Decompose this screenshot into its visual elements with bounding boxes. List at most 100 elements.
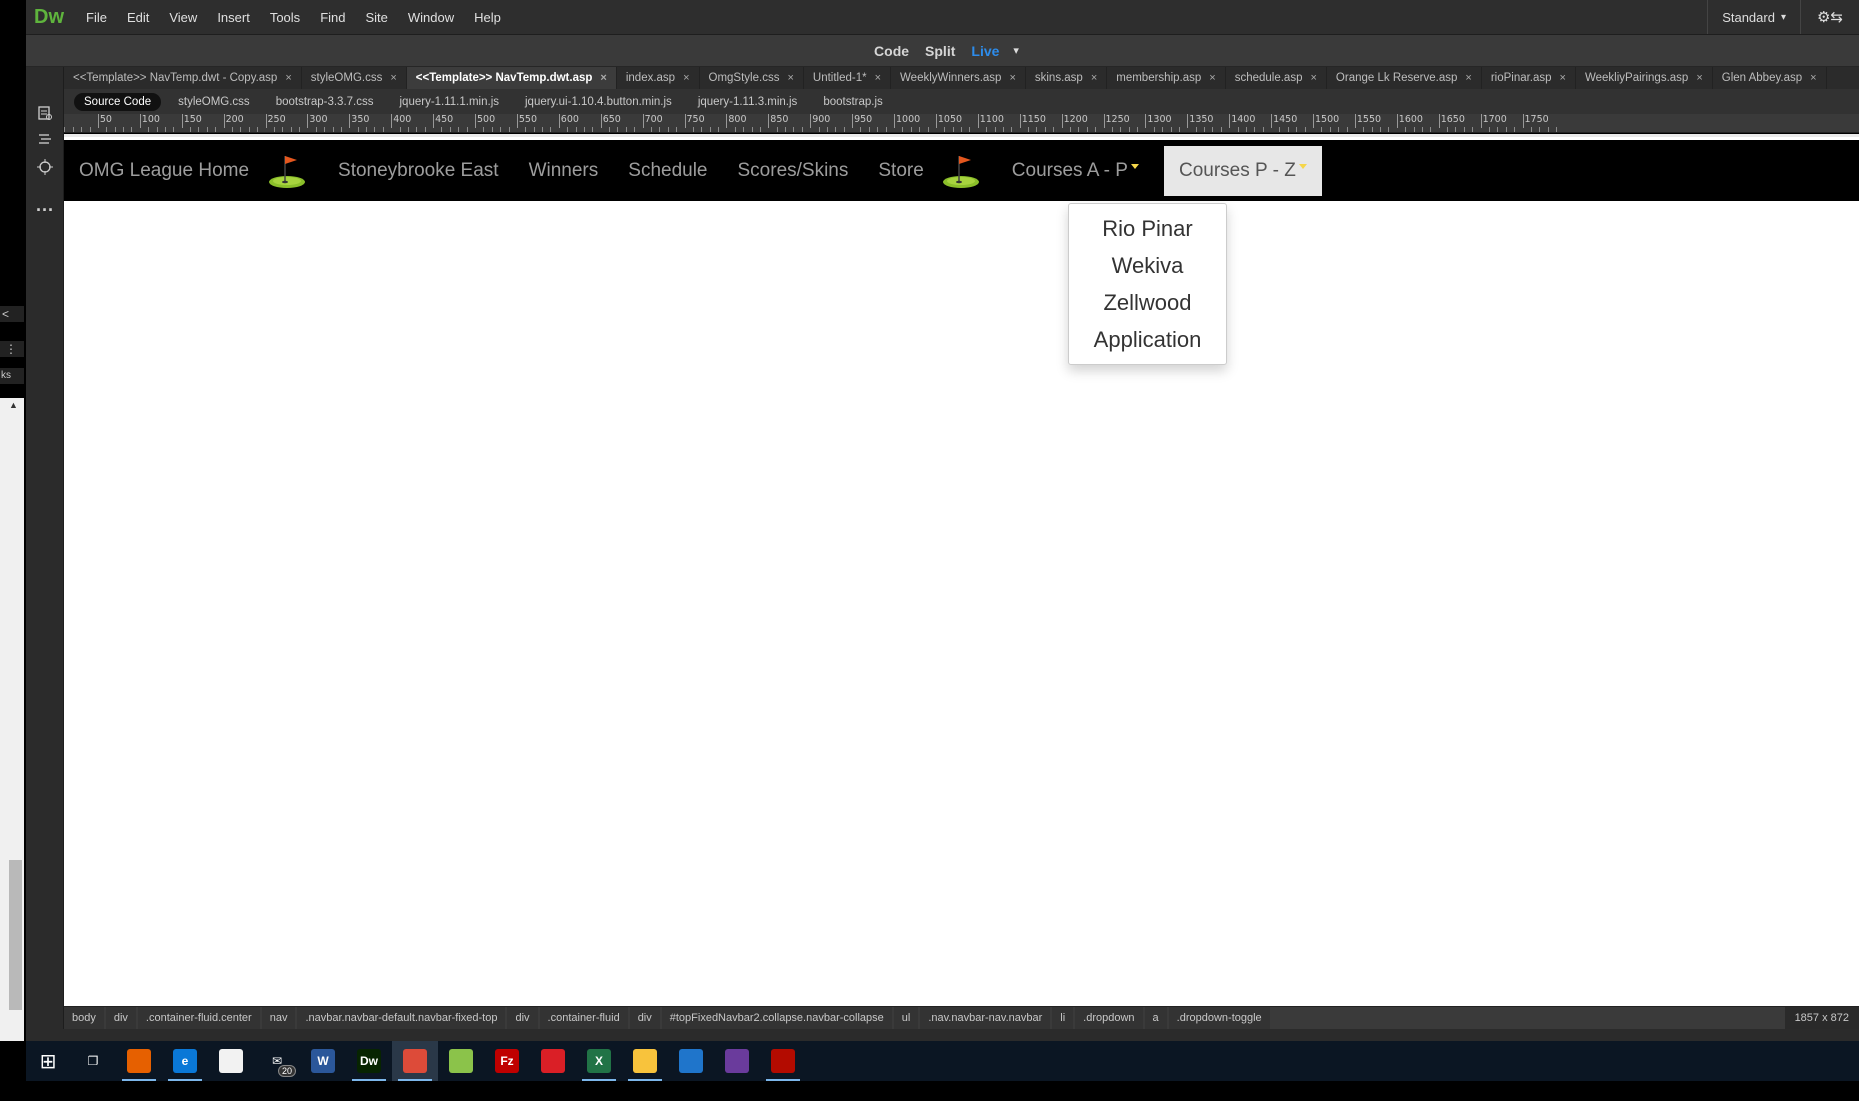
- taskbar-notepadpp-button[interactable]: [438, 1041, 484, 1081]
- related-file-jquery-ui-1-10-4-button-min-js[interactable]: jquery.ui-1.10.4.button.min.js: [512, 96, 685, 108]
- tag-selector-item[interactable]: div: [105, 1007, 136, 1029]
- windows-start-icon[interactable]: ⊞: [26, 1041, 70, 1081]
- document-tab-glen-abbey-asp[interactable]: Glen Abbey.asp ×: [1713, 67, 1827, 89]
- menu-edit[interactable]: Edit: [117, 10, 159, 25]
- document-tab-weekliypairings-asp[interactable]: WeekliyPairings.asp ×: [1576, 67, 1713, 89]
- close-icon[interactable]: ×: [1560, 72, 1566, 84]
- document-tab-template-navtemp-dwt-copy-asp[interactable]: <<Template>> NavTemp.dwt - Copy.asp ×: [64, 67, 302, 89]
- tag-selector-item[interactable]: body: [64, 1007, 104, 1029]
- menu-help[interactable]: Help: [464, 10, 511, 25]
- dropdown-courses-a-p[interactable]: Courses A - P: [997, 160, 1154, 182]
- tag-selector-item[interactable]: ul: [893, 1007, 919, 1029]
- taskbar-store-button[interactable]: [208, 1041, 254, 1081]
- document-tab-untitled-1[interactable]: Untitled-1* ×: [804, 67, 892, 89]
- taskbar-excel-button[interactable]: X: [576, 1041, 622, 1081]
- taskbar-mail-button[interactable]: ✉ 20: [254, 1041, 300, 1081]
- close-icon[interactable]: ×: [1091, 72, 1097, 84]
- document-tab-omgstyle-css[interactable]: OmgStyle.css ×: [700, 67, 804, 89]
- tag-selector-item[interactable]: .navbar.navbar-default.navbar-fixed-top: [297, 1007, 506, 1029]
- tag-selector-item[interactable]: #topFixedNavbar2.collapse.navbar-collaps…: [661, 1007, 892, 1029]
- taskbar-firefox-button[interactable]: [116, 1041, 162, 1081]
- close-icon[interactable]: ×: [875, 72, 881, 84]
- taskbar-visual-studio-button[interactable]: [714, 1041, 760, 1081]
- menu-insert[interactable]: Insert: [207, 10, 260, 25]
- nav-link-winners[interactable]: Winners: [514, 160, 614, 182]
- menu-find[interactable]: Find: [310, 10, 355, 25]
- nav-link-stoneybrooke-east[interactable]: Stoneybrooke East: [323, 160, 514, 182]
- menu-view[interactable]: View: [159, 10, 207, 25]
- file-management-icon[interactable]: [26, 105, 64, 126]
- menu-window[interactable]: Window: [398, 10, 464, 25]
- related-file-jquery-1-11-3-min-js[interactable]: jquery-1.11.3.min.js: [685, 96, 811, 108]
- related-file-jquery-1-11-1-min-js[interactable]: jquery-1.11.1.min.js: [387, 96, 513, 108]
- scroll-up-icon[interactable]: ▲: [9, 400, 18, 410]
- dropdown-item-rio-pinar[interactable]: Rio Pinar: [1069, 210, 1226, 247]
- dropdown-item-wekiva[interactable]: Wekiva: [1069, 247, 1226, 284]
- format-source-icon[interactable]: [26, 133, 64, 152]
- menu-tools[interactable]: Tools: [260, 10, 310, 25]
- code-view-button[interactable]: Code: [866, 43, 917, 59]
- panel-scrollbar-thumb[interactable]: [9, 860, 22, 1010]
- close-icon[interactable]: ×: [600, 72, 606, 84]
- close-icon[interactable]: ×: [1465, 72, 1471, 84]
- document-tab-weeklywinners-asp[interactable]: WeeklyWinners.asp ×: [891, 67, 1026, 89]
- document-tab-orange-lk-reserve-asp[interactable]: Orange Lk Reserve.asp ×: [1327, 67, 1482, 89]
- tag-selector-item[interactable]: div: [507, 1007, 538, 1029]
- taskbar-acrobat-button[interactable]: [760, 1041, 806, 1081]
- tag-selector-item[interactable]: .dropdown-toggle: [1168, 1007, 1270, 1029]
- menu-site[interactable]: Site: [355, 10, 397, 25]
- sync-settings-icon[interactable]: ⚙⇆: [1799, 0, 1859, 34]
- nav-link-schedule[interactable]: Schedule: [613, 160, 722, 182]
- close-icon[interactable]: ×: [285, 72, 291, 84]
- taskbar-file-explorer-button[interactable]: [622, 1041, 668, 1081]
- document-tab-styleomg-css[interactable]: styleOMG.css ×: [302, 67, 407, 89]
- nav-link-scores-skins[interactable]: Scores/Skins: [723, 160, 864, 182]
- nav-link-store[interactable]: Store: [863, 160, 938, 182]
- split-view-button[interactable]: Split: [917, 43, 963, 59]
- dropdown-courses-p-z[interactable]: Courses P - Z: [1163, 145, 1322, 196]
- document-tab-membership-asp[interactable]: membership.asp ×: [1107, 67, 1226, 89]
- chevron-down-icon[interactable]: ▾: [1013, 44, 1019, 57]
- inspect-target-icon[interactable]: [26, 159, 64, 180]
- close-icon[interactable]: ×: [1810, 72, 1816, 84]
- tag-selector-item[interactable]: div: [629, 1007, 660, 1029]
- close-icon[interactable]: ×: [787, 72, 793, 84]
- related-file-source-code[interactable]: Source Code: [74, 92, 162, 111]
- taskbar-dreamweaver-button[interactable]: Dw: [346, 1041, 392, 1081]
- live-view-button[interactable]: Live: [963, 43, 1007, 59]
- tag-selector-item[interactable]: li: [1052, 1007, 1074, 1029]
- taskbar-filezilla-button[interactable]: Fz: [484, 1041, 530, 1081]
- document-tab-skins-asp[interactable]: skins.asp ×: [1026, 67, 1108, 89]
- related-file-bootstrap-3-3-7-css[interactable]: bootstrap-3.3.7.css: [263, 96, 387, 108]
- dropdown-item-application[interactable]: Application: [1069, 321, 1226, 358]
- tag-selector-item[interactable]: .container-fluid.center: [137, 1007, 260, 1029]
- workspace-switcher[interactable]: Standard ▾: [1707, 0, 1800, 34]
- panel-menu-icon[interactable]: ⋮: [0, 341, 24, 357]
- taskbar-chrome-button[interactable]: [392, 1041, 438, 1081]
- close-icon[interactable]: ×: [1310, 72, 1316, 84]
- taskbar-creative-cloud-button[interactable]: [530, 1041, 576, 1081]
- close-icon[interactable]: ×: [683, 72, 689, 84]
- tag-selector-item[interactable]: .dropdown: [1075, 1007, 1143, 1029]
- close-icon[interactable]: ×: [390, 72, 396, 84]
- document-tab-template-navtemp-dwt-asp[interactable]: <<Template>> NavTemp.dwt.asp ×: [406, 67, 617, 89]
- tag-selector-item[interactable]: .nav.navbar-nav.navbar: [920, 1007, 1051, 1029]
- taskbar-word-button[interactable]: W: [300, 1041, 346, 1081]
- more-tools-icon[interactable]: ···: [26, 200, 64, 221]
- dropdown-item-zellwood[interactable]: Zellwood: [1069, 284, 1226, 321]
- close-icon[interactable]: ×: [1009, 72, 1015, 84]
- related-file-styleomg-css[interactable]: styleOMG.css: [165, 96, 263, 108]
- tag-selector-item[interactable]: nav: [261, 1007, 296, 1029]
- menu-file[interactable]: File: [76, 10, 117, 25]
- taskbar-edge-button[interactable]: e: [162, 1041, 208, 1081]
- navbar-brand[interactable]: OMG League Home: [64, 160, 267, 182]
- close-icon[interactable]: ×: [1696, 72, 1702, 84]
- document-tab-schedule-asp[interactable]: schedule.asp ×: [1226, 67, 1327, 89]
- tag-selector-item[interactable]: .container-fluid: [539, 1007, 628, 1029]
- document-tab-index-asp[interactable]: index.asp ×: [617, 67, 700, 89]
- taskbar-task-view-button[interactable]: ❐: [70, 1041, 116, 1081]
- tag-selector-item[interactable]: a: [1144, 1007, 1167, 1029]
- document-tab-riopinar-asp[interactable]: rioPinar.asp ×: [1482, 67, 1576, 89]
- close-icon[interactable]: ×: [1209, 72, 1215, 84]
- taskbar-thunderbird-button[interactable]: [668, 1041, 714, 1081]
